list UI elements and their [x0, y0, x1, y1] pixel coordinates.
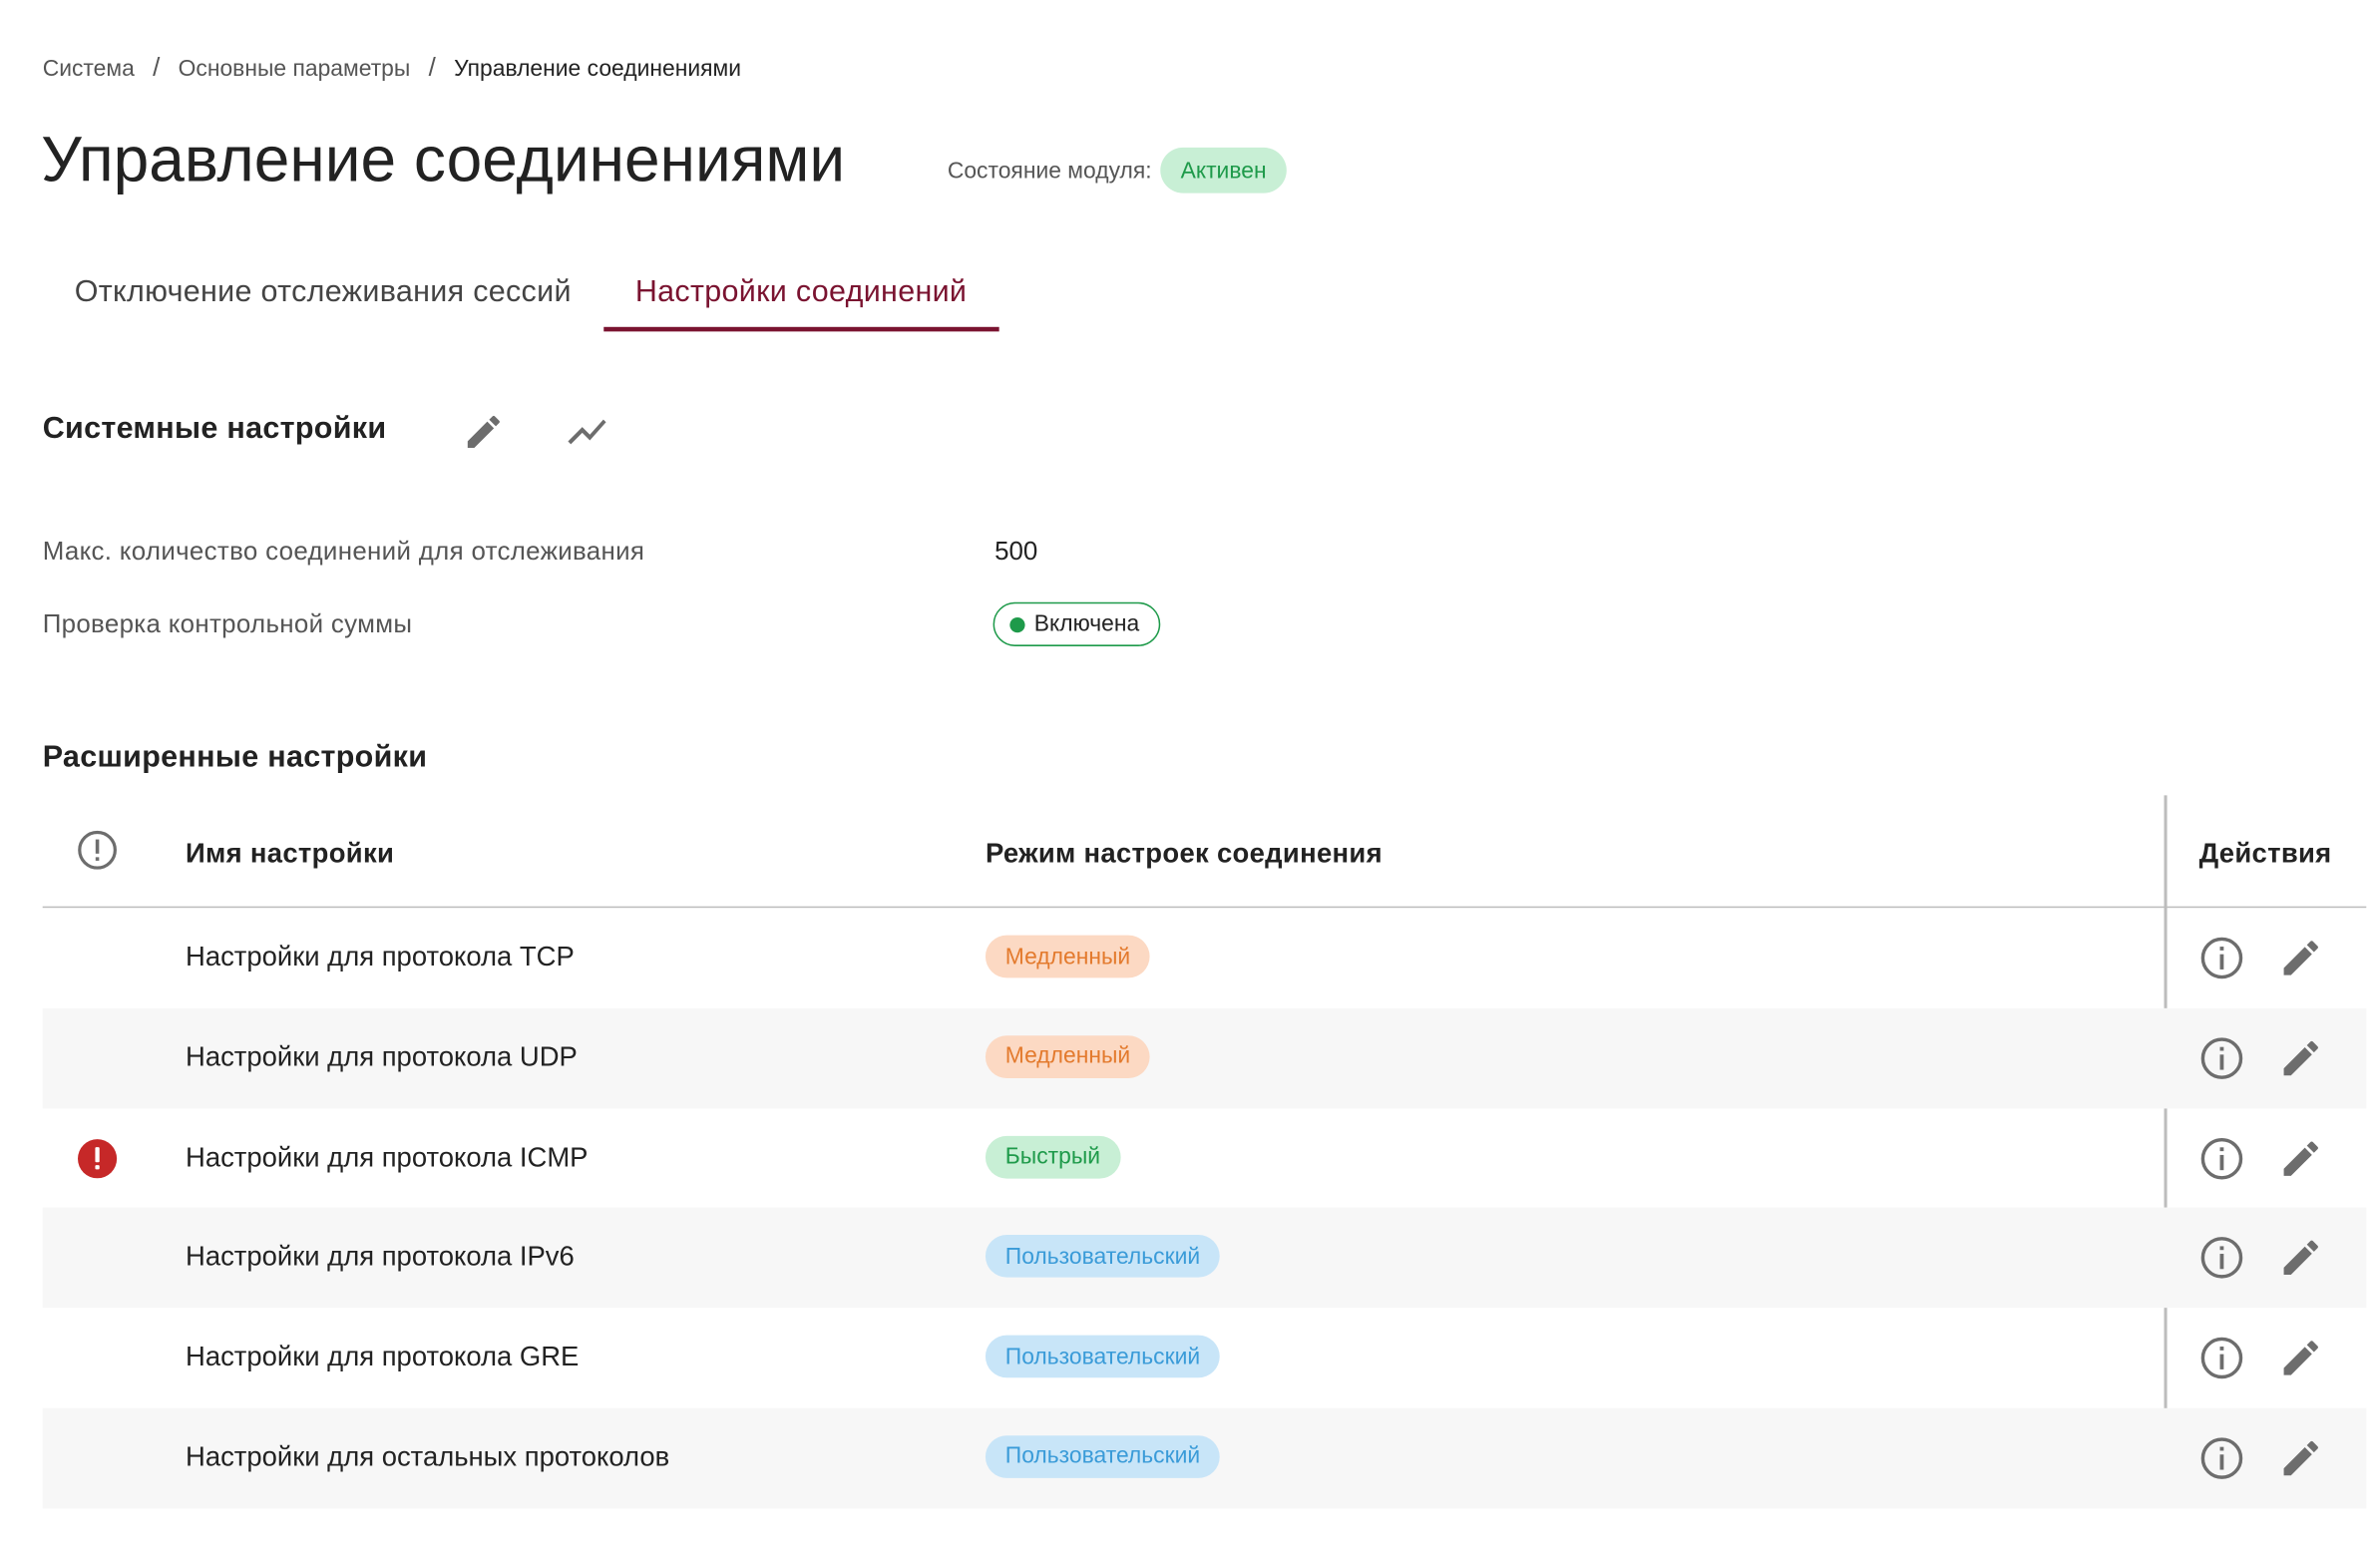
row-edit-button[interactable]	[2278, 1336, 2324, 1381]
mode-badge: Медленный	[985, 935, 1151, 978]
edit-system-settings-button[interactable]	[459, 408, 508, 457]
table-row[interactable]: Настройки для протокола GRE Пользователь…	[43, 1308, 2367, 1407]
breadcrumb-item-system[interactable]: Система	[43, 56, 135, 82]
info-icon	[2200, 1037, 2243, 1079]
table-row[interactable]: Настройки для протокола UDP Медленный	[42, 1007, 2367, 1108]
column-header-mode[interactable]: Режим настроек соединения	[986, 838, 1383, 870]
setting-name: Настройки для протокола TCP	[186, 941, 575, 972]
mode-cell: Пользовательский	[985, 1235, 1220, 1279]
pencil-icon	[2283, 1140, 2318, 1176]
info-icon	[2200, 937, 2243, 979]
table-header: Имя настройки Режим настроек соединения …	[42, 795, 2367, 909]
breadcrumb-current: Управление соединениями	[454, 55, 742, 82]
table-row[interactable]: Настройки для остальных протоколов Польз…	[42, 1407, 2367, 1509]
breadcrumb: Система / Основные параметры / Управлени…	[43, 53, 741, 83]
module-state: Состояние модуля: Активен	[947, 147, 1287, 194]
info-icon	[2200, 1337, 2243, 1379]
pencil-icon	[2283, 1040, 2318, 1075]
checksum-status-text: Включена	[1033, 610, 1140, 637]
row-edit-button[interactable]	[2278, 1236, 2324, 1282]
setting-name: Настройки для остальных протоколов	[186, 1441, 670, 1472]
trend-chart-icon	[568, 419, 606, 445]
mode-badge: Пользовательский	[985, 1335, 1220, 1378]
row-info-button[interactable]	[2199, 1035, 2245, 1081]
table-row[interactable]: Настройки для протокола IPv6 Пользовател…	[42, 1208, 2367, 1309]
mode-badge: Быстрый	[985, 1135, 1120, 1178]
mode-badge: Пользовательский	[985, 1235, 1220, 1279]
status-dot	[1009, 616, 1025, 632]
breadcrumb-separator: /	[153, 53, 161, 83]
row-edit-button[interactable]	[2278, 1435, 2324, 1481]
breadcrumb-separator: /	[428, 53, 436, 83]
mode-cell: Пользовательский	[985, 1335, 1220, 1378]
page: Система / Основные параметры / Управлени…	[0, 0, 2380, 1551]
row-edit-button[interactable]	[2278, 936, 2324, 981]
module-state-label: Состояние модуля:	[947, 157, 1152, 184]
alert-circle-icon	[78, 830, 117, 870]
column-header-actions: Действия	[2198, 838, 2332, 869]
extended-settings-title: Расширенные настройки	[42, 740, 428, 775]
row-edit-button[interactable]	[2278, 1035, 2324, 1081]
max-connections-value: 500	[994, 537, 1038, 567]
row-info-button[interactable]	[2199, 1435, 2245, 1481]
tab-session-tracking-disable[interactable]: Отключение отслеживания сессий	[43, 255, 603, 331]
mode-badge: Медленный	[985, 1034, 1151, 1078]
info-icon	[2200, 1137, 2243, 1179]
mode-cell: Медленный	[985, 1034, 1151, 1078]
mode-badge: Пользовательский	[985, 1435, 1220, 1478]
row-info-button[interactable]	[2199, 1336, 2245, 1381]
tabs: Отключение отслеживания сессий Настройки…	[43, 255, 999, 332]
column-header-name[interactable]: Имя настройки	[186, 838, 394, 870]
table-row[interactable]: Настройки для протокола ICMP Быстрый	[43, 1108, 2367, 1208]
table-row[interactable]: Настройки для протокола TCP Медленный	[43, 908, 2367, 1007]
extended-settings-table: Имя настройки Режим настроек соединения …	[42, 795, 2367, 1509]
max-connections-label: Макс. количество соединений для отслежив…	[42, 537, 645, 567]
pencil-icon	[2283, 1341, 2318, 1375]
page-title: Управление соединениями	[41, 123, 846, 195]
module-state-badge: Активен	[1160, 147, 1287, 194]
pencil-icon	[2283, 941, 2318, 975]
pencil-icon	[2283, 1241, 2318, 1276]
checksum-label: Проверка контрольной суммы	[42, 609, 413, 639]
row-info-button[interactable]	[2199, 936, 2245, 981]
info-icon	[2200, 1237, 2243, 1280]
row-info-button[interactable]	[2199, 1135, 2245, 1181]
system-settings-title: Системные настройки	[42, 412, 387, 446]
mode-cell: Пользовательский	[985, 1435, 1220, 1478]
mode-cell: Быстрый	[985, 1135, 1120, 1178]
setting-name: Настройки для протокола GRE	[186, 1341, 580, 1372]
tab-connection-settings[interactable]: Настройки соединений	[602, 255, 999, 332]
pencil-icon	[467, 415, 500, 448]
error-alert-icon	[78, 1138, 118, 1178]
setting-name: Настройки для протокола UDP	[186, 1041, 578, 1072]
setting-name: Настройки для протокола IPv6	[186, 1241, 575, 1273]
pencil-icon	[2283, 1440, 2318, 1476]
breadcrumb-item-main-params[interactable]: Основные параметры	[179, 56, 411, 82]
setting-name: Настройки для протокола ICMP	[186, 1141, 589, 1172]
mode-cell: Медленный	[985, 935, 1151, 978]
row-edit-button[interactable]	[2278, 1135, 2324, 1181]
row-info-button[interactable]	[2199, 1236, 2245, 1282]
checksum-status-badge: Включена	[992, 601, 1161, 646]
info-icon	[2200, 1437, 2243, 1479]
statistics-button[interactable]	[563, 408, 611, 457]
